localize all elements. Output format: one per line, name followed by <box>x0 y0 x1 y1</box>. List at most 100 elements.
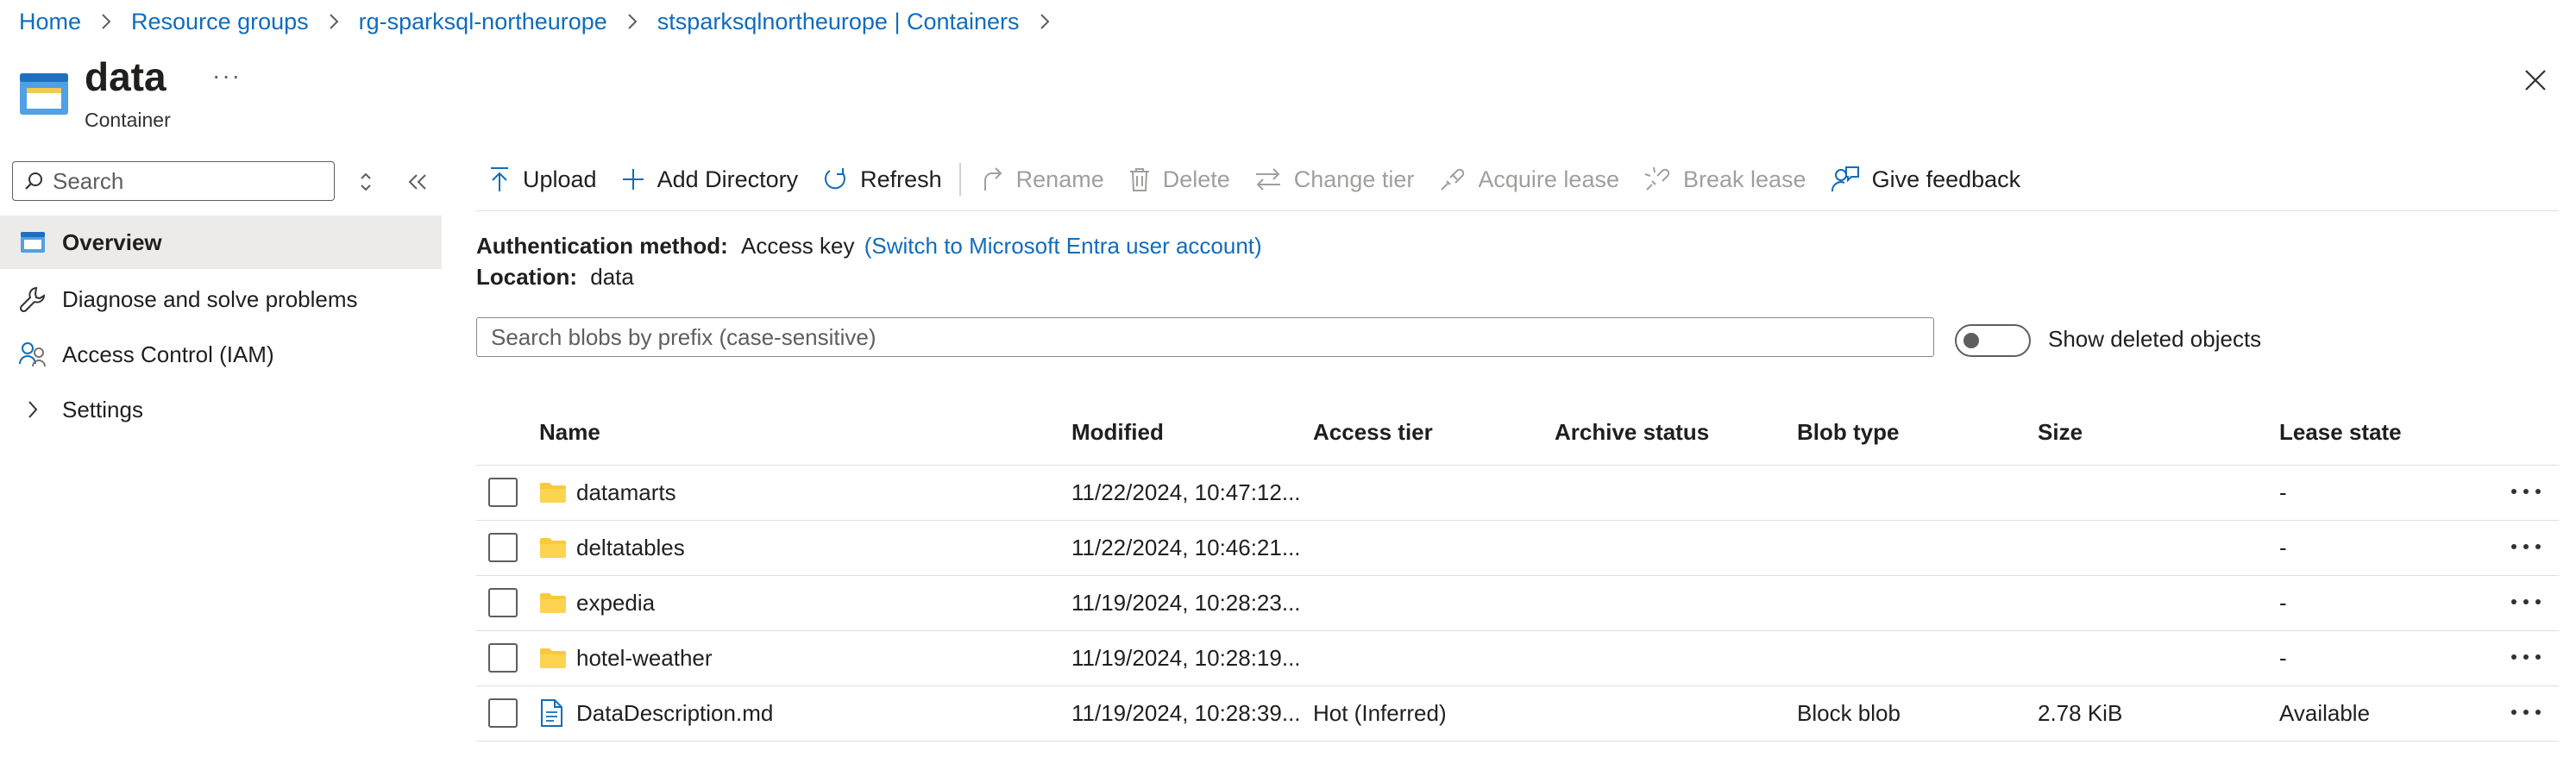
row-checkbox[interactable] <box>488 643 518 673</box>
nav-item-settings[interactable]: Settings <box>0 383 442 436</box>
refresh-icon <box>825 168 846 190</box>
table-row[interactable]: DataDescription.md 11/19/2024, 10:28:39.… <box>476 686 2559 742</box>
refresh-label: Refresh <box>860 166 942 192</box>
row-more-actions-button[interactable] <box>2507 697 2545 728</box>
page-subtitle: Container <box>85 109 171 131</box>
nav-search-input[interactable]: Search <box>12 161 335 201</box>
give-feedback-button[interactable]: Give feedback <box>1819 155 2033 203</box>
swap-arrows-icon <box>1255 168 1280 191</box>
row-checkbox[interactable] <box>488 588 518 617</box>
modified-cell: 11/19/2024, 10:28:19... <box>1071 644 1301 671</box>
chevron-right-icon <box>626 12 638 31</box>
auth-method-value: Access key <box>741 233 855 259</box>
ellipsis-icon <box>2511 654 2541 660</box>
link-icon <box>1441 168 1465 191</box>
delete-label: Delete <box>1162 166 1230 192</box>
ellipsis-icon <box>2511 599 2541 604</box>
breadcrumb-home[interactable]: Home <box>19 9 81 35</box>
folder-icon <box>539 466 567 519</box>
ellipsis-icon <box>2511 489 2541 494</box>
row-checkbox[interactable] <box>488 533 518 562</box>
breadcrumb-resource-group[interactable]: rg-sparksql-northeurope <box>359 9 607 35</box>
nav-item-access-control[interactable]: Access Control (IAM) <box>0 328 442 381</box>
nav-item-label: Overview <box>62 228 162 255</box>
close-button[interactable] <box>2519 64 2552 97</box>
blob-name[interactable]: datamarts <box>576 466 676 519</box>
blob-name[interactable]: DataDescription.md <box>576 686 773 740</box>
row-more-actions-button[interactable] <box>2507 641 2545 673</box>
blob-name[interactable]: deltatables <box>576 521 685 574</box>
sort-button[interactable] <box>352 167 380 197</box>
folder-icon <box>539 576 567 629</box>
toolbar-divider-line <box>476 210 2559 211</box>
location-line: Location: data <box>476 264 634 291</box>
add-directory-button[interactable]: Add Directory <box>609 155 811 203</box>
trash-icon <box>1129 168 1149 191</box>
column-header-modified[interactable]: Modified <box>1071 419 1164 446</box>
modified-cell: 11/22/2024, 10:46:21... <box>1071 534 1301 560</box>
modified-cell: 11/22/2024, 10:47:12... <box>1071 479 1301 505</box>
nav-item-overview[interactable]: Overview <box>0 216 442 269</box>
blob-name[interactable]: expedia <box>576 576 655 629</box>
rename-button[interactable]: Rename <box>966 155 1116 203</box>
table-row[interactable]: expedia 11/19/2024, 10:28:23... - <box>476 576 2559 631</box>
column-header-size[interactable]: Size <box>2038 419 2083 446</box>
ellipsis-icon <box>2511 710 2541 715</box>
row-more-actions-button[interactable] <box>2507 531 2545 562</box>
command-bar: Upload Add Directory Refresh Rename Dele… <box>476 155 2033 203</box>
column-header-lease-state[interactable]: Lease state <box>2279 419 2402 446</box>
acquire-lease-button[interactable]: Acquire lease <box>1426 155 1631 203</box>
ellipsis-icon <box>2511 544 2541 549</box>
breadcrumb: Home Resource groups rg-sparksql-northeu… <box>19 7 1070 36</box>
column-header-archive-status[interactable]: Archive status <box>1555 419 1709 446</box>
upload-label: Upload <box>523 166 597 192</box>
sort-updown-icon <box>361 172 371 191</box>
location-value: data <box>590 264 634 290</box>
refresh-button[interactable]: Refresh <box>810 155 954 203</box>
row-more-actions-button[interactable] <box>2507 586 2545 617</box>
folder-icon <box>539 631 567 685</box>
nav-item-label: Settings <box>62 396 143 422</box>
blob-prefix-search-input[interactable]: Search blobs by prefix (case-sensitive) <box>476 317 1934 357</box>
delete-button[interactable]: Delete <box>1116 155 1242 203</box>
breadcrumb-containers[interactable]: stsparksqlnortheurope | Containers <box>657 9 1020 35</box>
change-tier-button[interactable]: Change tier <box>1242 155 1427 203</box>
more-options-button[interactable]: ··· <box>212 62 242 90</box>
blob-name[interactable]: hotel-weather <box>576 631 713 685</box>
row-more-actions-button[interactable] <box>2507 476 2545 507</box>
collapse-nav-button[interactable] <box>400 167 435 197</box>
row-checkbox[interactable] <box>488 698 518 728</box>
show-deleted-toggle[interactable] <box>1955 324 2031 357</box>
table-row[interactable]: hotel-weather 11/19/2024, 10:28:19... - <box>476 631 2559 686</box>
toggle-knob <box>1963 333 1979 348</box>
column-header-name[interactable]: Name <box>539 419 600 446</box>
upload-button[interactable]: Upload <box>476 155 609 203</box>
toolbar-divider <box>958 163 961 196</box>
auth-method-line: Authentication method: Access key (Switc… <box>476 233 1262 260</box>
chevron-right-icon <box>328 12 340 31</box>
breadcrumb-resource-groups[interactable]: Resource groups <box>131 9 309 35</box>
table-row[interactable]: datamarts 11/22/2024, 10:47:12... - <box>476 466 2559 521</box>
table-row[interactable]: deltatables 11/22/2024, 10:46:21... - <box>476 521 2559 576</box>
chevron-right-icon <box>16 392 50 427</box>
broken-link-icon <box>1644 166 1670 191</box>
switch-auth-link[interactable]: (Switch to Microsoft Entra user account) <box>864 233 1262 259</box>
nav-item-diagnose[interactable]: Diagnose and solve problems <box>0 272 442 326</box>
rename-label: Rename <box>1015 166 1104 192</box>
double-chevron-left-icon <box>408 174 426 190</box>
change-tier-label: Change tier <box>1293 166 1415 192</box>
row-checkbox[interactable] <box>488 478 518 507</box>
container-icon <box>19 72 69 116</box>
break-lease-label: Break lease <box>1682 166 1806 192</box>
break-lease-button[interactable]: Break lease <box>1631 155 1819 203</box>
column-header-blob-type[interactable]: Blob type <box>1797 419 1899 446</box>
plus-icon <box>622 169 644 190</box>
close-icon <box>2525 70 2546 91</box>
column-header-access-tier[interactable]: Access tier <box>1313 419 1433 446</box>
blob-type-cell: Block blob <box>1797 699 1901 726</box>
rename-arrow-icon <box>983 167 1002 191</box>
lease-state-cell: - <box>2279 479 2287 505</box>
chevron-right-icon <box>1039 12 1051 31</box>
add-directory-label: Add Directory <box>657 166 799 192</box>
lease-state-cell: - <box>2279 534 2287 560</box>
